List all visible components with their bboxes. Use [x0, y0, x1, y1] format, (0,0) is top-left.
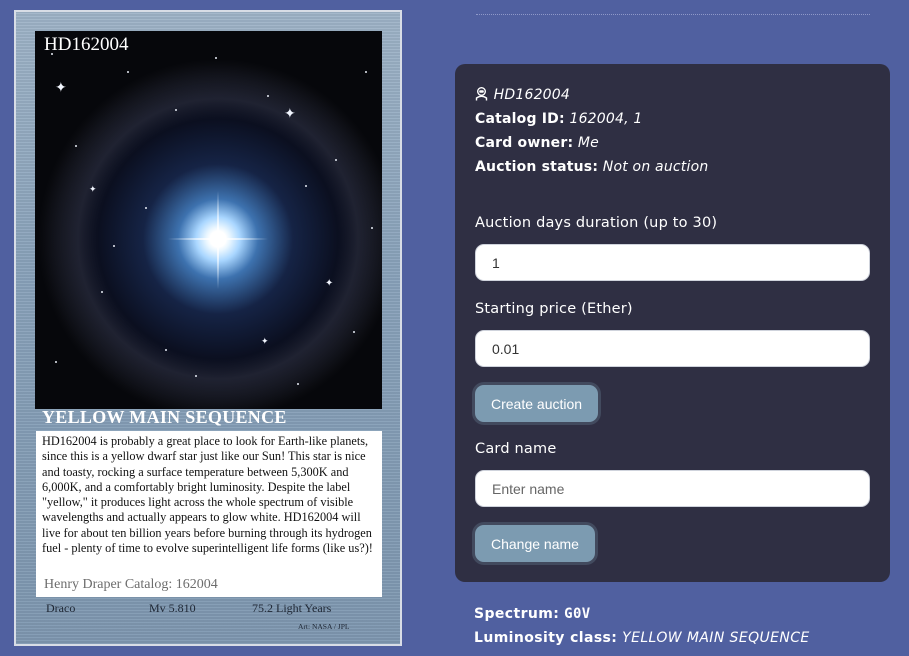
card-catalog-line: Henry Draper Catalog: 162004	[44, 577, 218, 592]
change-name-button[interactable]: Change name	[475, 525, 595, 562]
star-dot	[127, 71, 129, 73]
card-artwork: ✦ ✦ ✦ ✦ ✦	[35, 31, 382, 409]
spectrum-label: Spectrum:	[474, 606, 560, 622]
star-dot	[353, 331, 355, 333]
auction-status-label: Auction status:	[475, 159, 599, 175]
card-details-panel: HD162004 Catalog ID: 162004, 1 Card owne…	[455, 64, 890, 582]
luminosity-value: YELLOW MAIN SEQUENCE	[622, 630, 810, 646]
star-dot	[215, 57, 217, 59]
star-dot	[113, 245, 115, 247]
star-dot	[195, 375, 197, 377]
star-dot	[335, 159, 337, 161]
star-dot	[267, 95, 269, 97]
star-dot	[165, 349, 167, 351]
top-divider	[476, 14, 870, 15]
auction-status-value: Not on auction	[602, 159, 709, 175]
price-input[interactable]	[475, 330, 870, 367]
price-label: Starting price (Ether)	[475, 301, 633, 317]
star-dot	[145, 207, 147, 209]
star-dot	[297, 383, 299, 385]
sparkle: ✦	[284, 106, 296, 122]
luminosity-row: Luminosity class: YELLOW MAIN SEQUENCE	[474, 630, 810, 646]
duration-input[interactable]	[475, 244, 870, 281]
card-name-input[interactable]	[475, 470, 870, 507]
spectrum-value: G0V	[564, 606, 591, 622]
star-dot	[101, 291, 103, 293]
star-dot	[365, 71, 367, 73]
create-auction-button[interactable]: Create auction	[475, 385, 599, 422]
card-luminosity-banner: YELLOW MAIN SEQUENCE	[42, 407, 287, 427]
sparkle: ✦	[261, 337, 269, 347]
sparkle: ✦	[89, 185, 97, 195]
star-dot	[75, 145, 77, 147]
card-distance: 75.2 Light Years	[252, 601, 332, 615]
star-card: ✦ ✦ ✦ ✦ ✦ HD162004 YELLOW MAIN SEQUENCE …	[14, 10, 402, 646]
astronaut-icon	[475, 87, 489, 105]
card-magnitude: Mv 5.810	[149, 601, 196, 615]
card-description: HD162004 is probably a great place to lo…	[42, 434, 373, 556]
star-name-row: HD162004	[475, 87, 570, 105]
duration-label: Auction days duration (up to 30)	[475, 215, 718, 231]
star-dot	[55, 361, 57, 363]
catalog-id-row: Catalog ID: 162004, 1	[475, 111, 643, 127]
card-art-credit: Art: NASA / JPL	[298, 622, 350, 631]
card-title: HD162004	[44, 34, 129, 55]
catalog-id-label: Catalog ID:	[475, 111, 565, 127]
luminosity-label: Luminosity class:	[474, 630, 618, 646]
star-flare	[217, 191, 219, 289]
star-dot	[305, 185, 307, 187]
sparkle: ✦	[325, 278, 334, 289]
card-constellation: Draco	[46, 601, 76, 615]
star-dot	[175, 109, 177, 111]
owner-row: Card owner: Me	[475, 135, 599, 151]
spectrum-row: Spectrum: G0V	[474, 606, 591, 622]
star-dot	[371, 227, 373, 229]
owner-label: Card owner:	[475, 135, 574, 151]
owner-value: Me	[577, 135, 599, 151]
catalog-id-value: 162004, 1	[569, 111, 643, 127]
sparkle: ✦	[55, 80, 67, 96]
auction-status-row: Auction status: Not on auction	[475, 159, 708, 175]
star-name: HD162004	[493, 87, 571, 103]
card-description-box: HD162004 is probably a great place to lo…	[36, 431, 382, 597]
card-name-label: Card name	[475, 441, 557, 457]
